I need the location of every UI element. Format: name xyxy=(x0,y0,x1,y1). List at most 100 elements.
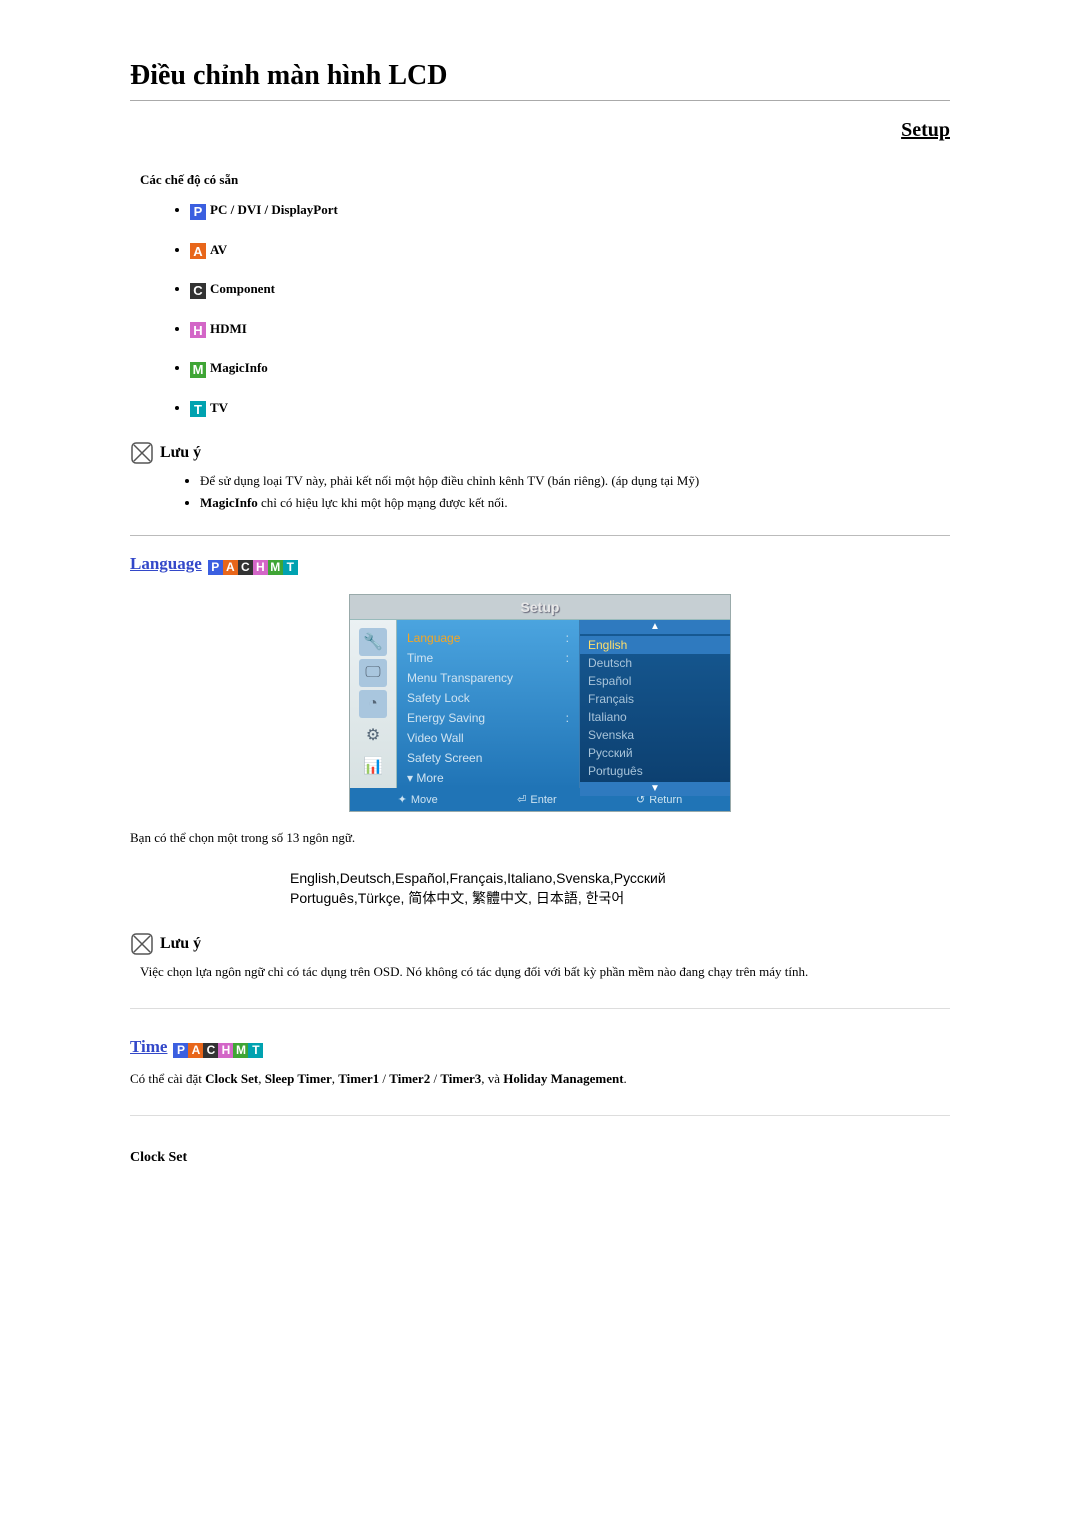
osd-option-list: EnglishDeutschEspañolFrançaisItalianoSve… xyxy=(580,634,730,782)
mode-item: P PC / DVI / DisplayPort xyxy=(190,202,950,220)
badge-p: P xyxy=(208,560,223,575)
note1-item: MagicInfo chỉ có hiệu lực khi một hộp mạ… xyxy=(200,495,950,511)
osd-options: ▲ EnglishDeutschEspañolFrançaisItalianoS… xyxy=(579,620,730,788)
mode-label: TV xyxy=(210,400,228,415)
note1-item: Để sử dụng loại TV này, phải kết nối một… xyxy=(200,473,950,489)
osd-panel: Setup 🔧 🖵 ◔ ⚙ 📊 Language:Time:Menu Trans… xyxy=(349,594,731,812)
time-description: Có thể cài đặt Clock Set, Sleep Timer, T… xyxy=(130,1071,950,1087)
osd-menu-item[interactable]: Language: xyxy=(407,628,569,648)
mode-label: PC / DVI / DisplayPort xyxy=(210,202,338,217)
badge-a: A xyxy=(223,560,238,575)
language-line2: Português,Türkçe, 简体中文, 繁體中文, 日本語, 한국어 xyxy=(290,888,950,908)
mode-icon-t: T xyxy=(190,401,206,417)
badge-row: PACHMT xyxy=(173,1041,263,1059)
osd-option[interactable]: English xyxy=(580,636,730,654)
badge-c: C xyxy=(238,560,253,575)
scroll-up-icon[interactable]: ▲ xyxy=(580,620,730,634)
time-title: Time xyxy=(130,1037,167,1057)
language-section: Language PACHMT Setup 🔧 🖵 ◔ ⚙ 📊 Language… xyxy=(130,535,950,980)
text: / xyxy=(430,1071,440,1086)
osd-option[interactable]: Português xyxy=(588,762,722,780)
language-description: Bạn có thể chọn một trong số 13 ngôn ngữ… xyxy=(130,830,950,846)
note1-bold: MagicInfo xyxy=(200,495,258,510)
mode-icon-a: A xyxy=(190,243,206,259)
osd-option[interactable]: Français xyxy=(588,690,722,708)
osd-sidebar-icon-wrench[interactable]: 🔧 xyxy=(359,628,387,656)
bold: Timer1 xyxy=(338,1071,379,1086)
divider xyxy=(130,1008,950,1009)
setup-link[interactable]: Setup xyxy=(130,119,950,142)
osd-sidebar-icon-monitor[interactable]: 🖵 xyxy=(359,659,387,687)
osd-sidebar-icon-graph[interactable]: 📊 xyxy=(359,752,387,780)
bold: Holiday Management xyxy=(503,1071,623,1086)
mode-label: AV xyxy=(210,242,227,257)
page: Điều chỉnh màn hình LCD Setup Các chế độ… xyxy=(130,0,950,1206)
language-list: English,Deutsch,Español,Français,Italian… xyxy=(290,868,950,908)
scroll-down-icon[interactable]: ▼ xyxy=(580,782,730,796)
osd-option[interactable]: Italiano xyxy=(588,708,722,726)
osd-option[interactable]: Svenska xyxy=(588,726,722,744)
bold: Timer2 xyxy=(389,1071,430,1086)
mode-icon-p: P xyxy=(190,204,206,220)
language-note: Việc chọn lựa ngôn ngữ chỉ có tác dụng t… xyxy=(140,964,950,980)
time-section: Time PACHMT Có thể cài đặt Clock Set, Sl… xyxy=(130,1037,950,1166)
mode-item: A AV xyxy=(190,242,950,260)
badge-h: H xyxy=(253,560,268,575)
mode-icon-h: H xyxy=(190,322,206,338)
osd-move-hint: ✦ Move xyxy=(398,793,438,806)
osd-enter-hint: ⏎ Enter xyxy=(517,793,557,806)
enter-icon: ⏎ xyxy=(517,793,526,806)
note-icon xyxy=(130,441,154,465)
mode-label: HDMI xyxy=(210,321,247,336)
mode-label: Component xyxy=(210,281,275,296)
language-title: Language xyxy=(130,554,202,574)
osd-menu-item[interactable]: Safety Screen xyxy=(407,748,569,768)
modes-list: P PC / DVI / DisplayPort A AV CComponent H HDM… xyxy=(130,202,950,417)
language-line1: English,Deutsch,Español,Français,Italian… xyxy=(290,868,950,888)
note-icon xyxy=(130,932,154,956)
text: / xyxy=(379,1071,389,1086)
osd-sidebar-icon-clock[interactable]: ◔ xyxy=(359,690,387,718)
osd-menu-item[interactable]: Time: xyxy=(407,648,569,668)
badge-h: H xyxy=(218,1043,233,1058)
bold: Clock Set xyxy=(205,1071,258,1086)
note1-list: Để sử dụng loại TV này, phải kết nối một… xyxy=(130,473,950,511)
bold: Timer3 xyxy=(440,1071,481,1086)
note1-text: chỉ có hiệu lực khi một hộp mạng được kế… xyxy=(261,495,508,510)
osd-sidebar-icon-gear[interactable]: ⚙ xyxy=(359,721,387,749)
note-row: Lưu ý xyxy=(130,932,950,956)
mode-label: MagicInfo xyxy=(210,360,268,375)
osd-title: Setup xyxy=(350,595,730,620)
osd-menu: Language:Time:Menu TransparencySafety Lo… xyxy=(397,620,579,788)
modes-title: Các chế độ có sẵn xyxy=(140,172,950,188)
osd-option[interactable]: Español xyxy=(588,672,722,690)
divider xyxy=(130,1115,950,1116)
mode-item: M MagicInfo xyxy=(190,360,950,378)
osd-menu-item[interactable]: ▾ More xyxy=(407,768,569,788)
text: . xyxy=(624,1071,627,1086)
osd-menu-item[interactable]: Energy Saving: xyxy=(407,708,569,728)
badge-t: T xyxy=(283,560,298,575)
note-row: Lưu ý xyxy=(130,441,950,465)
osd-menu-item[interactable]: Safety Lock xyxy=(407,688,569,708)
badge-p: P xyxy=(173,1043,188,1058)
osd-menu-item[interactable]: Video Wall xyxy=(407,728,569,748)
move-icon: ✦ xyxy=(398,793,407,806)
clock-set-title: Clock Set xyxy=(130,1150,950,1166)
mode-item: CComponent xyxy=(190,281,950,299)
osd-body: 🔧 🖵 ◔ ⚙ 📊 Language:Time:Menu Transparenc… xyxy=(350,620,730,788)
badge-m: M xyxy=(233,1043,248,1058)
osd-sidebar: 🔧 🖵 ◔ ⚙ 📊 xyxy=(350,620,397,788)
text: , và xyxy=(481,1071,503,1086)
osd-option[interactable]: Deutsch xyxy=(588,654,722,672)
note-title: Lưu ý xyxy=(160,935,201,953)
mode-icon-m: M xyxy=(190,362,206,378)
osd-move-label: Move xyxy=(411,794,438,806)
badge-m: M xyxy=(268,560,283,575)
osd-menu-item[interactable]: Menu Transparency xyxy=(407,668,569,688)
osd-enter-label: Enter xyxy=(530,794,556,806)
bold: Sleep Timer xyxy=(265,1071,332,1086)
mode-item: T TV xyxy=(190,400,950,418)
text: Có thể cài đặt xyxy=(130,1071,205,1086)
osd-option[interactable]: Русский xyxy=(588,744,722,762)
